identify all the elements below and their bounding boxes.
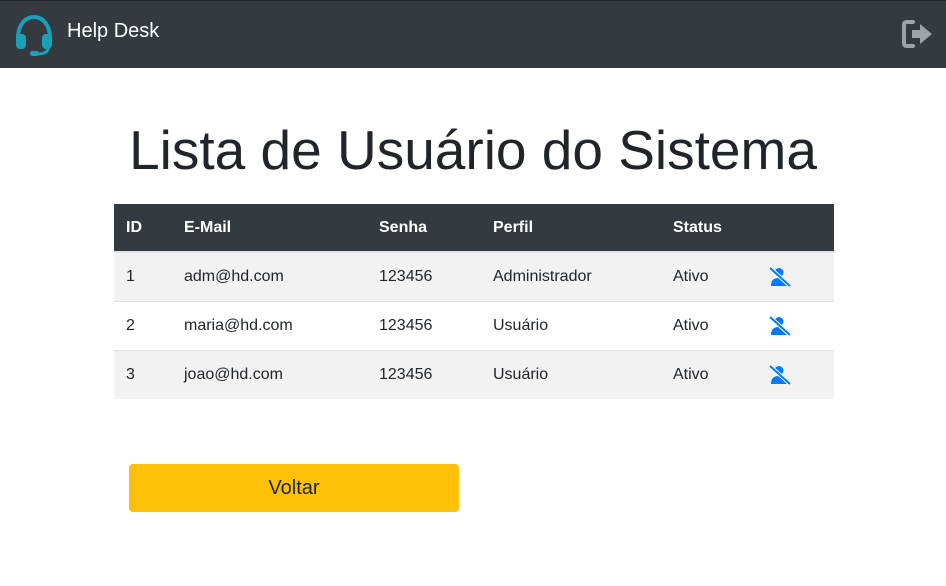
table-row: 3 joao@hd.com 123456 Usuário Ativo <box>114 349 834 399</box>
cell-status: Ativo <box>661 349 756 399</box>
header-senha: Senha <box>367 204 481 252</box>
brand-link[interactable]: Help Desk <box>13 14 159 56</box>
users-table: ID E-Mail Senha Perfil Status 1 adm@hd.c… <box>114 204 834 399</box>
cell-id: 3 <box>114 349 172 399</box>
header-status: Status <box>661 204 756 252</box>
table-row: 1 adm@hd.com 123456 Administrador Ativo <box>114 251 834 301</box>
header-action <box>756 204 834 252</box>
cell-email: adm@hd.com <box>172 251 367 301</box>
table-header: ID E-Mail Senha Perfil Status <box>114 204 834 252</box>
header-email: E-Mail <box>172 204 367 252</box>
cell-status: Ativo <box>661 251 756 301</box>
cell-perfil: Usuário <box>481 300 661 350</box>
top-navbar: Help Desk <box>0 0 946 68</box>
cell-senha: 123456 <box>367 251 481 301</box>
user-slash-icon[interactable] <box>769 266 791 287</box>
table-row: 2 maria@hd.com 123456 Usuário Ativo <box>114 300 834 350</box>
back-button[interactable]: Voltar <box>129 464 459 512</box>
sign-out-icon <box>901 19 934 49</box>
cell-action <box>756 349 834 399</box>
cell-action <box>756 300 834 350</box>
cell-senha: 123456 <box>367 300 481 350</box>
cell-status: Ativo <box>661 300 756 350</box>
user-slash-icon[interactable] <box>769 364 791 385</box>
cell-perfil: Usuário <box>481 349 661 399</box>
cell-action <box>756 251 834 301</box>
header-perfil: Perfil <box>481 204 661 252</box>
page-title: Lista de Usuário do Sistema <box>129 119 817 181</box>
cell-email: maria@hd.com <box>172 300 367 350</box>
user-slash-icon[interactable] <box>769 315 791 336</box>
header-id: ID <box>114 204 172 252</box>
cell-id: 1 <box>114 251 172 301</box>
headset-icon <box>13 14 55 56</box>
logout-button[interactable] <box>901 19 934 49</box>
cell-id: 2 <box>114 300 172 350</box>
cell-perfil: Administrador <box>481 251 661 301</box>
cell-email: joao@hd.com <box>172 349 367 399</box>
cell-senha: 123456 <box>367 349 481 399</box>
brand-title: Help Desk <box>67 20 160 42</box>
